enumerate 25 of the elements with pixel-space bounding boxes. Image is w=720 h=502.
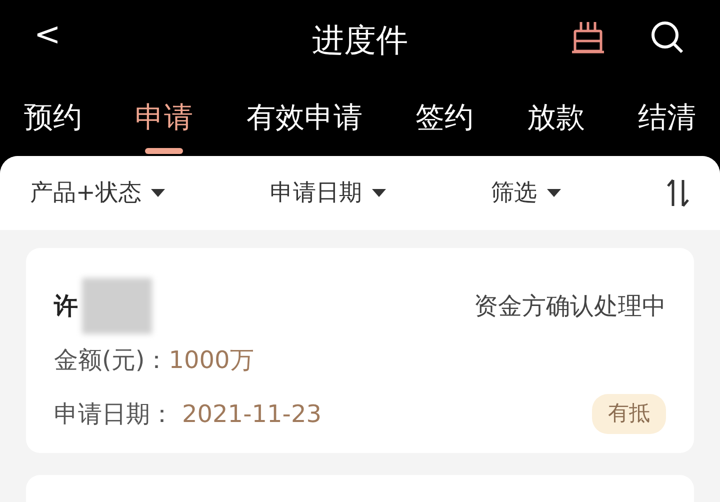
tab[interactable]: 有效申请 <box>236 80 372 156</box>
field-label: 金额(元)： <box>54 345 169 376</box>
page-title: 进度件 <box>312 20 408 61</box>
back-button[interactable]: < <box>34 18 61 50</box>
tab[interactable]: 预约 <box>14 80 92 156</box>
caret-icon <box>547 189 562 197</box>
redaction-mark <box>82 278 152 334</box>
filter-dropdown[interactable]: 筛选 <box>491 176 562 210</box>
status-text: 资金方确认处理中 <box>474 291 666 322</box>
tab[interactable]: 放款 <box>516 80 595 156</box>
filter-dropdown[interactable]: 申请日期 <box>270 176 386 210</box>
cake-icon[interactable] <box>572 20 604 54</box>
customer-name: 许 <box>54 291 78 322</box>
field-label: 申请日期： <box>54 398 174 430</box>
sort-icon[interactable] <box>666 178 690 208</box>
caret-icon <box>372 189 386 197</box>
tag: 有抵 <box>592 394 666 434</box>
caret-icon <box>151 189 166 197</box>
amount-value: 1000万 <box>168 345 254 376</box>
search-icon[interactable] <box>650 20 684 54</box>
tab[interactable]: 申请 <box>125 80 204 156</box>
filter-dropdown[interactable]: 产品+状态 <box>30 176 166 210</box>
date-value: 2021-11-23 <box>182 398 322 430</box>
tab[interactable]: 结清 <box>628 80 706 156</box>
tab[interactable]: 签约 <box>406 80 484 156</box>
